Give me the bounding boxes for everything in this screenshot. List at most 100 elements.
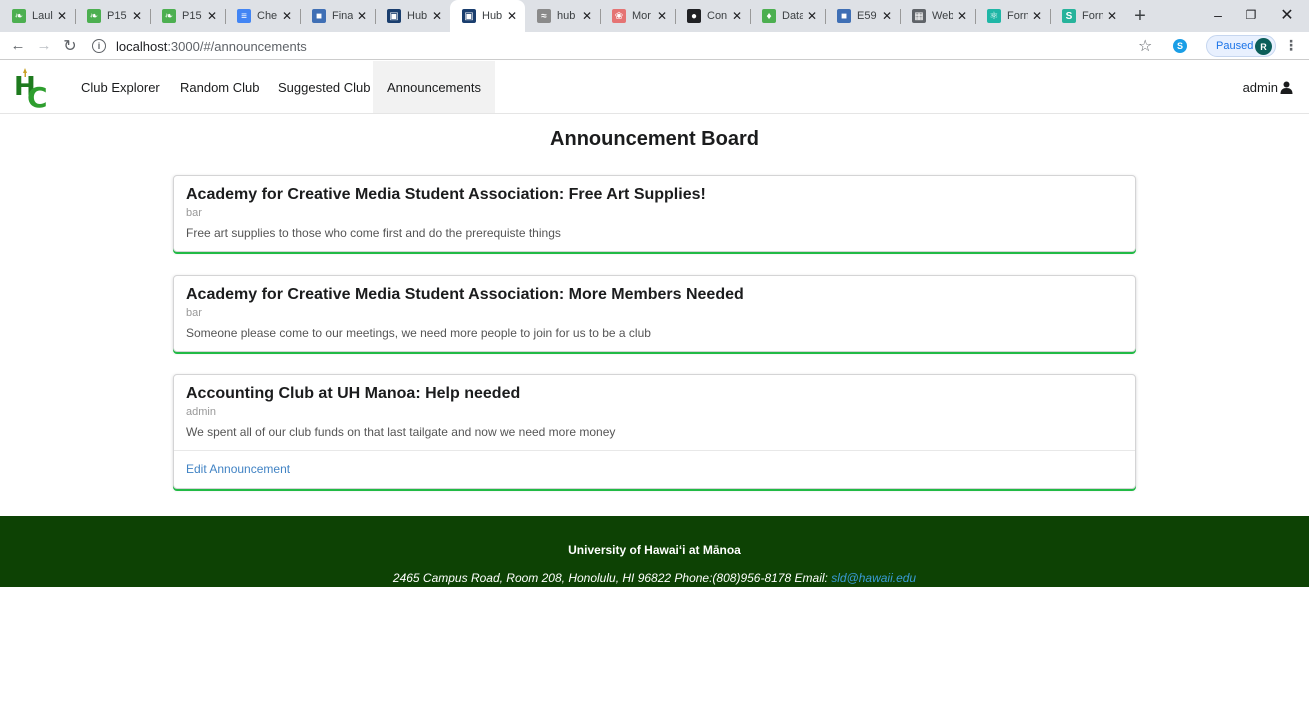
tab-title: Che [257,10,278,22]
card-content: Academy for Creative Media Student Assoc… [174,276,1135,351]
card-content: Accounting Club at UH Manoa: Help needed… [174,375,1135,450]
feather-icon: ❀ [612,9,626,23]
tab-close-icon[interactable]: ✕ [957,9,967,23]
forward-button[interactable]: → [31,34,57,58]
tab-close-icon[interactable]: ✕ [807,9,817,23]
browser-tab[interactable]: ❧ Laul ✕ [0,0,75,32]
address-bar[interactable]: i localhost:3000/#/announcements [92,35,1142,57]
tab-title: Mor [632,10,651,22]
page-title: Announcement Board [550,128,759,150]
announcement-card: Accounting Club at UH Manoa: Help needed… [173,374,1136,489]
browser-tab[interactable]: ▣ Hub ✕ [375,0,450,32]
footer-email-label: Email: [794,571,828,585]
docs-icon: ≡ [237,9,251,23]
announcement-author: bar [186,307,202,319]
hub-icon: ▣ [462,9,476,23]
card-content: Academy for Creative Media Student Assoc… [174,176,1135,251]
browser-toolbar: ← → ↻ i localhost:3000/#/announcements ☆… [0,32,1309,60]
announcement-author: bar [186,207,202,219]
tab-title: P15 [182,10,202,22]
browser-tab[interactable]: ■ E59 ✕ [825,0,900,32]
username: admin [1242,79,1278,95]
tab-close-icon[interactable]: ✕ [132,9,142,23]
app-navbar: H C Club Explorer Random Club Suggested Cl… [0,61,1309,114]
nav-item-club-explorer[interactable]: Club Explorer [67,61,174,113]
profile-status: Paused [1216,40,1254,52]
announcement-body: Free art supplies to those who come firs… [186,226,561,240]
leaf-icon: ❧ [12,9,26,23]
browser-tab[interactable]: ≡ Che ✕ [225,0,300,32]
url-path: :3000/#/announcements [167,38,307,54]
wing-icon: ≈ [537,9,551,23]
nav-item-announcements[interactable]: Announcements [373,61,495,113]
nav-item-suggested-club[interactable]: Suggested Club [264,61,385,113]
footer-university: University of Hawaiʻi at Mānoa [568,543,741,557]
tab-close-icon[interactable]: ✕ [1032,9,1042,23]
browser-tab[interactable]: ❀ Mor ✕ [600,0,675,32]
slides-icon: ■ [837,9,851,23]
tab-close-icon[interactable]: ✕ [732,9,742,23]
info-icon[interactable]: i [92,39,106,53]
bookmark-star-icon[interactable]: ☆ [1138,36,1152,56]
nav-item-random-club[interactable]: Random Club [166,61,274,113]
tab-title: Con [707,10,728,22]
chrome-menu-icon[interactable]: ⋮ [1284,37,1298,54]
tab-title: Hub [407,10,428,22]
tab-title: Laul [32,10,53,22]
tab-close-icon[interactable]: ✕ [357,9,367,23]
announcement-author: admin [186,406,216,418]
footer: University of Hawaiʻi at Mānoa 2465 Camp… [0,516,1309,587]
tab-close-icon[interactable]: ✕ [1107,9,1117,23]
footer-address: 2465 Campus Road, Room 208, Honolulu, HI… [392,571,792,585]
back-button[interactable]: ← [5,34,31,58]
tab-title: Forn [1082,10,1103,22]
tab-close-icon[interactable]: ✕ [57,9,67,23]
hub-icon: ▣ [387,9,401,23]
s-icon: S [1062,9,1076,23]
browser-tab[interactable]: ▣ Hub ✕ [450,0,525,32]
tab-close-icon[interactable]: ✕ [882,9,892,23]
avatar: R [1255,38,1272,55]
tab-title: Fina [332,10,353,22]
tab-title: P15 [107,10,127,22]
footer-address-line: 2465 Campus Road, Room 208, Honolulu, HI… [0,571,1309,585]
tab-close-icon[interactable]: ✕ [282,9,292,23]
slides-icon: ■ [312,9,326,23]
browser-tab[interactable]: ▦ Web ✕ [900,0,975,32]
announcement-body: We spent all of our club funds on that l… [186,425,616,439]
announcement-card: Academy for Creative Media Student Assoc… [173,175,1136,252]
browser-tab[interactable]: ❧ P15 ✕ [150,0,225,32]
announcement-title: Accounting Club at UH Manoa: Help needed [186,385,521,402]
edit-announcement-link[interactable]: Edit Announcement [186,462,290,476]
tab-title: E59 [857,10,877,22]
new-tab-button[interactable]: + [1125,0,1155,32]
browser-tab[interactable]: ≈ hub ✕ [525,0,600,32]
tab-title: hub [557,10,576,22]
tab-close-icon[interactable]: ✕ [657,9,667,23]
tab-close-icon[interactable]: ✕ [507,9,517,23]
leaf-icon: ❧ [162,9,176,23]
browser-tab[interactable]: S Forn ✕ [1050,0,1125,32]
skype-extension-icon[interactable]: S [1173,39,1187,53]
react-icon: ⚛ [987,9,1001,23]
profile-button[interactable]: Paused R [1206,35,1276,57]
tab-close-icon[interactable]: ✕ [207,9,217,23]
reload-button[interactable]: ↻ [57,34,83,58]
announcement-title: Academy for Creative Media Student Assoc… [186,186,706,203]
tab-list: ❧ Laul ✕ ❧ P15 ✕ ❧ P15 ✕ ≡ Che ✕ ■ Fina ✕ ▣ Hub ✕ ▣ Hub ✕ ≈ hu… [0,0,1125,32]
card-extra: Edit Announcement [174,450,1135,488]
browser-tab[interactable]: ❧ P15 ✕ [75,0,150,32]
user-menu[interactable]: admin [1243,61,1293,113]
browser-tab[interactable]: ■ Fina ✕ [300,0,375,32]
hub-club-logo[interactable]: H C [14,66,58,114]
url-host: localhost [116,38,168,54]
browser-tab[interactable]: ● Con ✕ [675,0,750,32]
grid-icon: ▦ [912,9,926,23]
tab-close-icon[interactable]: ✕ [432,9,442,23]
browser-tab[interactable]: ♦ Data ✕ [750,0,825,32]
tab-close-icon[interactable]: ✕ [582,9,592,23]
window-close-button[interactable]: ✕ [1264,0,1309,30]
footer-email-link[interactable]: sld@hawaii.edu [831,571,916,585]
tab-title: Data [782,10,803,22]
browser-tab[interactable]: ⚛ Forn ✕ [975,0,1050,32]
